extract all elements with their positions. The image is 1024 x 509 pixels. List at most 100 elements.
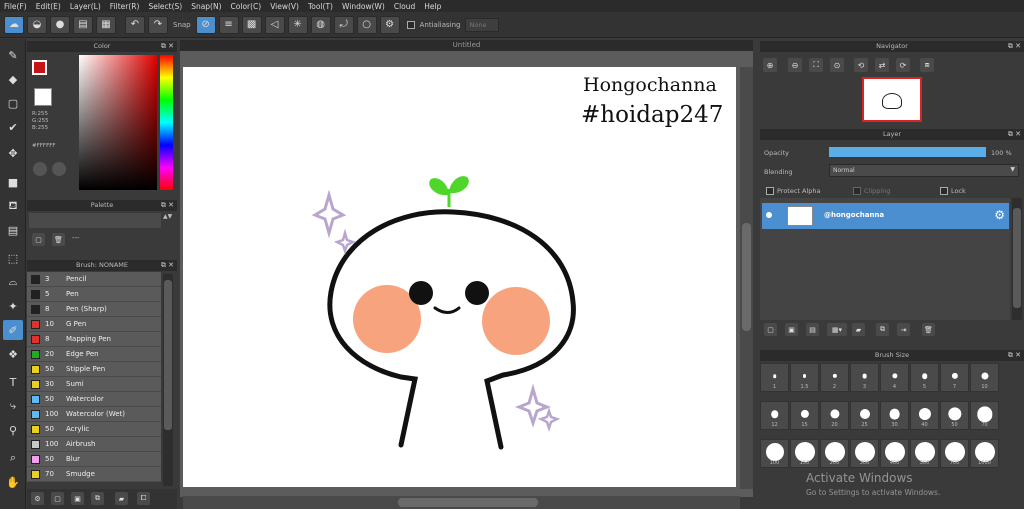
transparent-color-swatch[interactable]: [34, 88, 52, 106]
panel-close-icon[interactable]: ⧉ ✕: [161, 260, 174, 271]
brush-list-item[interactable]: 50 Watercolor: [27, 392, 161, 407]
canvas-vertical-scroll-thumb[interactable]: [742, 223, 751, 331]
brush-list-item[interactable]: 3 Pencil: [27, 272, 161, 287]
brush-list-item[interactable]: 30 Sumi: [27, 377, 161, 392]
redo-button[interactable]: ↷: [148, 15, 168, 34]
brush-add-icon[interactable]: ▣: [71, 492, 84, 505]
drawing-canvas[interactable]: Hongochanna #hoidap247: [183, 67, 736, 487]
saturation-value-picker[interactable]: [79, 55, 157, 190]
select-rect-tool-icon[interactable]: ▢: [3, 93, 23, 113]
brush-copy-icon[interactable]: ⧠: [137, 492, 150, 505]
magic-wand-tool-icon[interactable]: ✦: [3, 296, 23, 316]
smoothing-input[interactable]: None: [465, 17, 500, 32]
panel-close-icon[interactable]: ⧉ ✕: [1008, 129, 1021, 140]
rotate-right-icon[interactable]: ⟳: [896, 58, 910, 72]
canvas-horizontal-scroll-thumb[interactable]: [398, 498, 538, 507]
brush-list-item[interactable]: 8 Mapping Pen: [27, 332, 161, 347]
menu-item-1[interactable]: Edit(E): [36, 2, 61, 11]
color-wheel-icon[interactable]: [33, 162, 47, 176]
brush-size-option[interactable]: 50: [940, 401, 969, 430]
menu-item-0[interactable]: File(F): [4, 2, 27, 11]
brush-size-option[interactable]: 40: [910, 401, 939, 430]
brush-list-scrollbar[interactable]: [163, 274, 173, 486]
brush-new-icon[interactable]: ▢: [51, 492, 64, 505]
brush-size-option[interactable]: 70: [970, 401, 999, 430]
brush-size-option[interactable]: 1.5: [790, 363, 819, 392]
chat-button[interactable]: ●: [50, 15, 70, 34]
panel-close-icon[interactable]: ⧉ ✕: [161, 200, 174, 211]
protect-alpha-checkbox[interactable]: [766, 187, 774, 195]
palette-name-field[interactable]: ---: [72, 234, 80, 242]
brush-size-option[interactable]: 200: [820, 439, 849, 468]
menu-item-6[interactable]: Color(C): [231, 2, 262, 11]
opacity-slider[interactable]: [829, 147, 986, 157]
hue-slider[interactable]: [160, 55, 173, 190]
add-layer-menu-icon[interactable]: ▦▾: [827, 323, 847, 336]
divide-tool-icon[interactable]: ⚲: [3, 420, 23, 440]
brush-size-option[interactable]: 30: [880, 401, 909, 430]
brush-list-item[interactable]: 100 Watercolor (Wet): [27, 407, 161, 422]
operation-tool-icon[interactable]: ⤷: [3, 396, 23, 416]
rotate-left-icon[interactable]: ⟲: [854, 58, 868, 72]
layer-row[interactable]: @hongochanna ⚙: [762, 203, 1009, 229]
cloud-button[interactable]: ☁: [4, 15, 24, 34]
hand-tool-icon[interactable]: ✋: [3, 472, 23, 492]
brush-size-option[interactable]: 150: [790, 439, 819, 468]
brush-size-option[interactable]: 300: [850, 439, 879, 468]
undo-button[interactable]: ↶: [125, 15, 145, 34]
brush-list-item[interactable]: 5 Pen: [27, 287, 161, 302]
brush-list-item[interactable]: 70 Smudge: [27, 467, 161, 482]
menu-item-11[interactable]: Help: [424, 2, 441, 11]
text-tool-icon[interactable]: T: [3, 372, 23, 392]
palette-scroll-icon[interactable]: ▲▼: [163, 213, 173, 228]
zoom-out-icon[interactable]: ⊖: [788, 58, 802, 72]
snap-curve-button[interactable]: ⤾: [333, 15, 354, 34]
new-layer-8bit-icon[interactable]: ▤: [806, 323, 819, 336]
palette-delete-icon[interactable]: 🗑: [52, 233, 65, 246]
delete-layer-icon[interactable]: 🗑: [922, 323, 935, 336]
save-button[interactable]: ▤: [73, 15, 93, 34]
canvas-tab[interactable]: Untitled: [180, 40, 753, 51]
merge-layer-icon[interactable]: ⇥: [897, 323, 910, 336]
brush-list-item[interactable]: 20 Edge Pen: [27, 347, 161, 362]
brush-list-item[interactable]: 10 G Pen: [27, 317, 161, 332]
brush-size-option[interactable]: 5: [910, 363, 939, 392]
snap-vanish-button[interactable]: ◁: [264, 15, 285, 34]
menu-item-4[interactable]: Select(S): [148, 2, 182, 11]
snap-ellipse-button[interactable]: ○: [356, 15, 377, 34]
brush-list-item[interactable]: 50 Acrylic: [27, 422, 161, 437]
layer-list-scrollbar[interactable]: [1012, 198, 1022, 320]
navigator-thumbnail[interactable]: [862, 77, 922, 122]
new-layer-icon[interactable]: ▢: [764, 323, 777, 336]
snap-radial-button[interactable]: ✳: [287, 15, 308, 34]
menu-item-8[interactable]: Tool(T): [308, 2, 333, 11]
pen-select-tool-icon[interactable]: ✐: [3, 320, 23, 340]
snap-cross-button[interactable]: ▩: [241, 15, 262, 34]
shape-fill-tool-icon[interactable]: ■: [3, 172, 23, 192]
actual-size-icon[interactable]: ⊙: [830, 58, 844, 72]
brush-size-option[interactable]: 25: [850, 401, 879, 430]
gradient-tool-icon[interactable]: ▤: [3, 220, 23, 240]
brush-duplicate-icon[interactable]: ⧉: [91, 492, 104, 505]
eye-icon[interactable]: [766, 212, 772, 218]
brush-list-scroll-thumb[interactable]: [164, 280, 172, 430]
brush-size-option[interactable]: 1000: [970, 439, 999, 468]
brush-size-option[interactable]: 10: [970, 363, 999, 392]
lock-checkbox[interactable]: [940, 187, 948, 195]
eyedropper-tool-icon[interactable]: ⌕: [3, 448, 23, 468]
panel-close-icon[interactable]: ⧉ ✕: [1008, 41, 1021, 52]
brush-tool-icon[interactable]: ✎: [3, 45, 23, 65]
brush-size-option[interactable]: 20: [820, 401, 849, 430]
fit-window-icon[interactable]: ⛶: [809, 58, 823, 72]
clipping-checkbox[interactable]: [853, 187, 861, 195]
menu-item-3[interactable]: Filter(R): [110, 2, 140, 11]
brush-settings-icon[interactable]: ⚙: [31, 492, 44, 505]
select-eraser-tool-icon[interactable]: ❖: [3, 344, 23, 364]
lasso-tool-icon[interactable]: ⌓: [3, 272, 23, 292]
brush-size-option[interactable]: 12: [760, 401, 789, 430]
panel-close-icon[interactable]: ⧉ ✕: [161, 41, 174, 52]
bucket-tool-icon[interactable]: ⛾: [3, 196, 23, 216]
color-mode-icon[interactable]: [52, 162, 66, 176]
gear-icon[interactable]: ⚙: [994, 208, 1005, 222]
palette-add-icon[interactable]: ▢: [32, 233, 45, 246]
